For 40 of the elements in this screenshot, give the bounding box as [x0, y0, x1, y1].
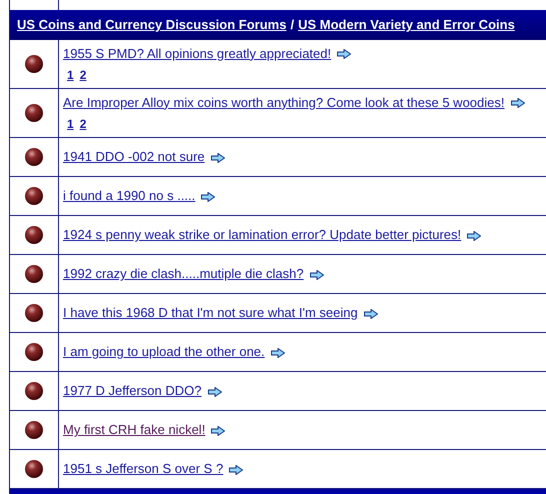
- topic-link[interactable]: I have this 1968 D that I'm not sure what I'm seeing: [63, 305, 358, 320]
- ball-icon: [25, 421, 43, 439]
- arrow-icon[interactable]: [211, 426, 226, 436]
- arrow-icon[interactable]: [510, 98, 524, 108]
- topic-link[interactable]: 1977 D Jefferson DDO?: [63, 383, 202, 398]
- page-link[interactable]: 1: [67, 66, 74, 84]
- ball-icon: [25, 55, 43, 73]
- ball-icon: [25, 226, 43, 244]
- topic-link[interactable]: 1941 DDO -002 not sure: [63, 149, 205, 164]
- topic-link[interactable]: 1992 crazy die clash.....mutiple die clash?: [63, 266, 304, 282]
- page-link[interactable]: 2: [80, 115, 86, 134]
- ball-icon: [25, 460, 43, 478]
- topic-link[interactable]: My first CRH fake nickel!: [63, 422, 206, 438]
- arrow-icon[interactable]: [467, 230, 482, 241]
- breadcrumb-separator: /: [290, 16, 294, 34]
- page-link[interactable]: 2: [80, 66, 86, 84]
- ball-icon: [25, 104, 43, 122]
- ball-icon: [25, 382, 43, 400]
- topic-link[interactable]: i found a 1990 no s .....: [63, 188, 196, 204]
- ball-icon: [25, 148, 43, 166]
- breadcrumb-link[interactable]: US Coins and Currency Discussion Forums: [17, 15, 286, 35]
- topic-link[interactable]: 1924 s penny weak strike or lamination error? Update better pictures!: [63, 227, 462, 242]
- arrow-icon[interactable]: [210, 152, 225, 163]
- arrow-icon[interactable]: [270, 348, 285, 358]
- arrow-icon[interactable]: [310, 270, 324, 280]
- page-link[interactable]: 1: [67, 115, 74, 134]
- arrow-icon[interactable]: [229, 464, 244, 475]
- breadcrumb-link[interactable]: US Modern Variety and Error Coins: [298, 15, 515, 35]
- ball-icon: [25, 343, 43, 361]
- topic-link[interactable]: 1951 s Jefferson S over S ?: [63, 461, 224, 476]
- ball-icon: [25, 265, 43, 283]
- arrow-icon[interactable]: [201, 192, 216, 202]
- ball-icon: [25, 187, 43, 205]
- topic-link[interactable]: Are Improper Alloy mix coins worth anything? Come look at these 5 woodies!: [63, 94, 504, 110]
- arrow-icon[interactable]: [208, 386, 222, 397]
- ball-icon: [25, 304, 43, 322]
- arrow-icon[interactable]: [364, 308, 378, 319]
- topic-link[interactable]: I am going to upload the other one.: [63, 344, 265, 360]
- arrow-icon[interactable]: [337, 49, 352, 60]
- topic-link[interactable]: 1955 S PMD? All opinions greatly appreciated!: [63, 46, 332, 61]
